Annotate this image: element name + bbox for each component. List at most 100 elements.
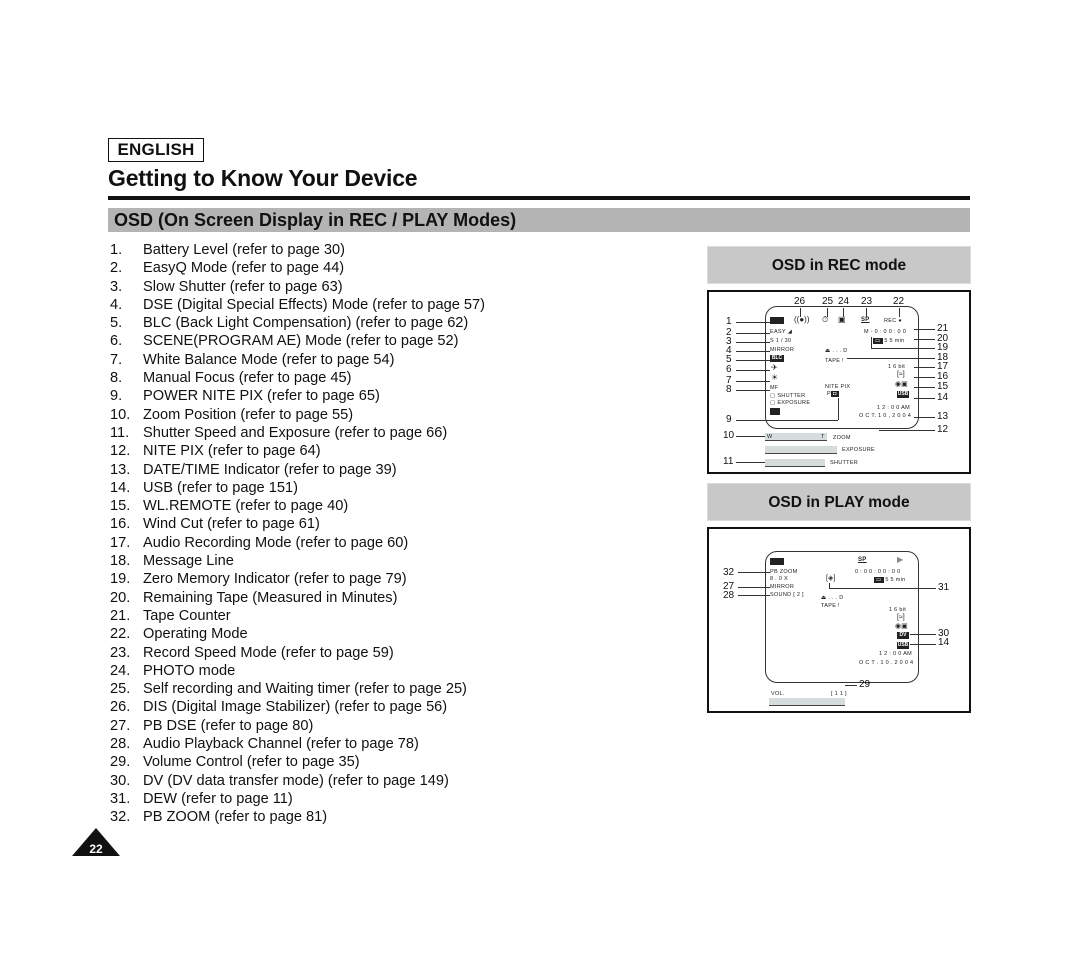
- item-text: Slow Shutter (refer to page 63): [143, 278, 343, 295]
- exposure-menu-item: ▢ EXPOSURE: [770, 400, 811, 406]
- section-heading: OSD (On Screen Display in REC / PLAY Mod…: [108, 208, 970, 232]
- wl-remote-icon: ◉▣: [895, 623, 908, 630]
- shutter-item-text: SHUTTER: [777, 393, 806, 399]
- zoom-position-bar: [765, 433, 827, 441]
- list-item: 3. Slow Shutter (refer to page 63): [110, 278, 485, 296]
- nite-pix-label: NITE PIX: [825, 384, 851, 390]
- item-text: NITE PIX (refer to page 64): [143, 443, 321, 460]
- tape-counter: M - 0 : 0 0 : 0 0: [864, 329, 907, 335]
- list-item: 31. DEW (refer to page 11): [110, 790, 485, 808]
- remaining-text: 5 5 min: [884, 338, 905, 344]
- item-number: 25.: [110, 681, 131, 698]
- slow-shutter: S 1 / 30: [770, 338, 792, 344]
- battery-icon: [770, 317, 784, 324]
- item-text: Manual Focus (refer to page 45): [143, 370, 352, 387]
- volume-label: VOL.: [771, 691, 785, 697]
- item-text: Wind Cut (refer to page 61): [143, 516, 320, 533]
- item-text: Shutter Speed and Exposure (refer to pag…: [143, 424, 448, 441]
- item-number: 5.: [110, 315, 123, 332]
- language-badge: ENGLISH: [108, 138, 204, 162]
- callout-8: 8: [726, 384, 732, 395]
- item-number: 23.: [110, 644, 131, 661]
- item-number: 13.: [110, 461, 131, 478]
- easy-text: EASY: [770, 329, 786, 335]
- list-item: 24. PHOTO mode: [110, 662, 485, 680]
- item-text: WL.REMOTE (refer to page 40): [143, 498, 349, 515]
- item-text: Tape Counter: [143, 607, 231, 624]
- list-item: 27. PB DSE (refer to page 80): [110, 717, 485, 735]
- zero-memory: ⏏ . . . D: [825, 348, 848, 354]
- item-text: PB ZOOM (refer to page 81): [143, 809, 328, 826]
- item-text: PB DSE (refer to page 80): [143, 717, 314, 734]
- item-text: DV (DV data transfer mode) (refer to pag…: [143, 772, 449, 789]
- list-item: 23. Record Speed Mode (refer to page 59): [110, 644, 485, 662]
- item-text: Record Speed Mode (refer to page 59): [143, 644, 394, 661]
- audio-playback-channel: SOUND [ 2 ]: [770, 592, 804, 598]
- tape-counter: 0 : 0 0 : 0 0 : 0 0: [855, 569, 901, 575]
- item-text: Zero Memory Indicator (refer to page 79): [143, 571, 407, 588]
- list-item: 10. Zoom Position (refer to page 55): [110, 406, 485, 424]
- item-text: EasyQ Mode (refer to page 44): [143, 260, 345, 277]
- item-number: 3.: [110, 278, 123, 295]
- item-number: 24.: [110, 662, 131, 679]
- white-balance-icon: ☀: [771, 373, 779, 382]
- easyq-label: EASY ◢: [770, 329, 793, 335]
- list-item: 2. EasyQ Mode (refer to page 44): [110, 259, 485, 277]
- pb-dse-mirror: MIRROR: [770, 584, 795, 590]
- list-item: 4. DSE (Digital Special Effects) Mode (re…: [110, 296, 485, 314]
- audio-mode: 1 6 bit: [889, 607, 907, 613]
- callout-6: 6: [726, 364, 732, 375]
- list-item: 14. USB (refer to page 151): [110, 479, 485, 497]
- callout-14: 14: [938, 637, 950, 648]
- item-text: Message Line: [143, 553, 234, 570]
- callout-24: 24: [838, 296, 850, 307]
- power-nite-pix-icon: [770, 408, 780, 415]
- remaining-tape: ▭ 5 5 min: [873, 338, 905, 344]
- list-item: 8. Manual Focus (refer to page 45): [110, 369, 485, 387]
- list-item: 13. DATE/TIME Indicator (refer to page 39…: [110, 461, 485, 479]
- zoom-tele-label: T: [821, 434, 825, 440]
- item-number: 14.: [110, 479, 131, 496]
- play-mode-heading: OSD in PLAY mode: [707, 483, 971, 521]
- rec-mode-heading: OSD in REC mode: [707, 246, 971, 284]
- manual-focus: MF: [770, 385, 779, 391]
- list-item: 29. Volume Control (refer to page 35): [110, 753, 485, 771]
- nite-pix-indicator: P ◘: [827, 391, 839, 397]
- blc-badge: BLC: [770, 355, 784, 362]
- item-number: 16.: [110, 516, 131, 533]
- list-item: 20. Remaining Tape (Measured in Minutes): [110, 589, 485, 607]
- item-number: 31.: [110, 790, 131, 807]
- date-display: O C T . 1 0 . 2 0 0 4: [859, 660, 914, 666]
- wind-cut-icon: [≈]: [897, 614, 905, 621]
- time-display: 1 2 : 0 0 AM: [877, 405, 910, 411]
- play-icon: ▶: [897, 555, 904, 564]
- item-number: 18.: [110, 553, 131, 570]
- usb-badge: USB: [897, 391, 909, 398]
- scene-icon: ✈: [771, 363, 778, 372]
- item-number: 4.: [110, 296, 123, 313]
- play-mode-panel: SP ▶ PB ZOOM 8 . 0 X MIRROR SOUND [ 2 ] …: [707, 527, 971, 713]
- title-rule: [108, 196, 970, 200]
- list-item: 12. NITE PIX (refer to page 64): [110, 442, 485, 460]
- list-item: 26. DIS (Digital Image Stabilizer) (refer…: [110, 698, 485, 716]
- pb-zoom-factor: 8 . 0 X: [770, 576, 788, 582]
- item-number: 17.: [110, 534, 131, 551]
- callout-23: 23: [861, 296, 873, 307]
- list-item: 32. PB ZOOM (refer to page 81): [110, 808, 485, 826]
- item-number: 28.: [110, 736, 131, 753]
- time-display: 1 2 : 0 0 AM: [879, 651, 912, 657]
- list-item: 5. BLC (Back Light Compensation) (refer t…: [110, 314, 485, 332]
- item-text: Audio Recording Mode (refer to page 60): [143, 534, 409, 551]
- list-item: 11. Shutter Speed and Exposure (refer to …: [110, 424, 485, 442]
- page-number: 22: [89, 842, 103, 856]
- record-speed: SP: [861, 317, 870, 323]
- callout-15: 15: [937, 381, 949, 392]
- exposure-label: EXPOSURE: [842, 447, 875, 453]
- list-item: 17. Audio Recording Mode (refer to page 6…: [110, 534, 485, 552]
- volume-value: [ 1 1 ]: [831, 691, 847, 697]
- item-number: 22.: [110, 626, 131, 643]
- zero-memory: ⏏ . . . D: [821, 595, 844, 601]
- remaining-tape: ▭ 5 5 min: [874, 577, 906, 583]
- item-number: 6.: [110, 333, 123, 350]
- item-text: USB (refer to page 151): [143, 479, 298, 496]
